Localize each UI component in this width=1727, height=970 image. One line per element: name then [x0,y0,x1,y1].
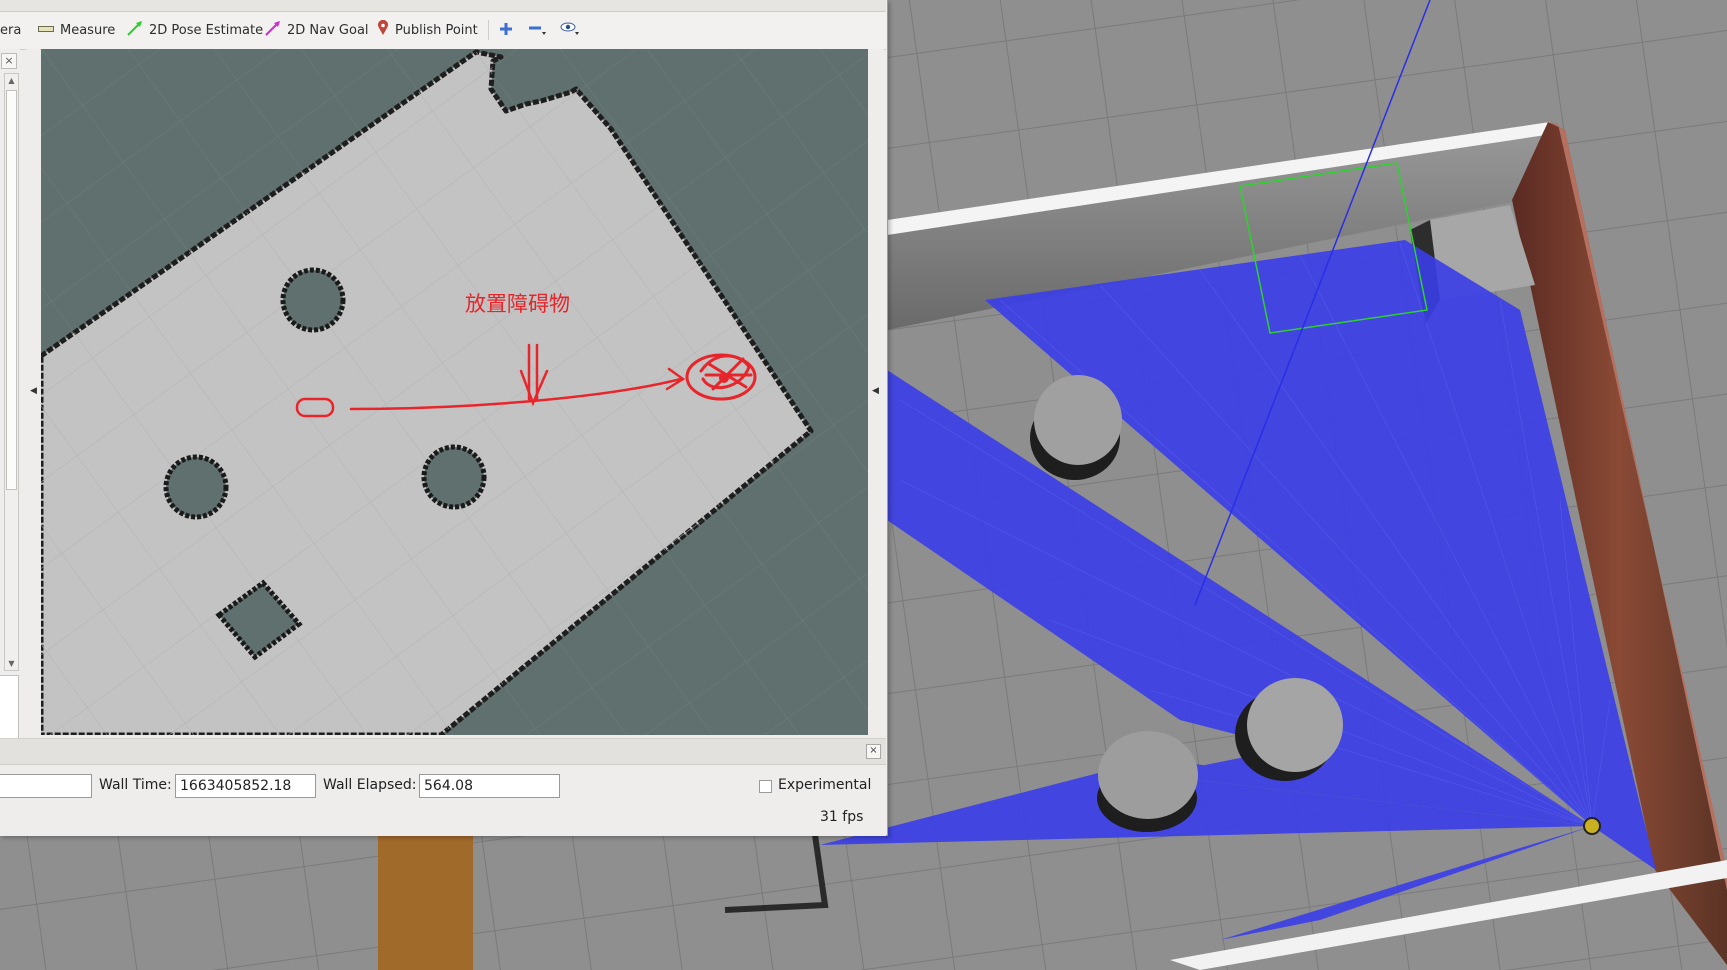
minus-icon [528,20,546,40]
displays-scrollbar[interactable]: ▲ ▼ [4,73,19,671]
2d-pose-estimate-tool[interactable]: 2D Pose Estimate [127,20,263,40]
nav-arrow-icon [265,20,281,40]
map-obstacle-1 [280,267,346,333]
close-icon[interactable]: × [1,53,17,69]
pose-arrow-icon [127,20,143,40]
cylinder-obstacle-3 [1097,731,1198,832]
tool-label: 2D Nav Goal [287,22,369,38]
annotation-text: 放置障碍物 [465,292,570,316]
experimental-checkbox[interactable] [759,780,772,793]
ros-elapsed-field[interactable] [0,774,92,798]
time-panel: × Wall Time: 1663405852.18 Wall Elapsed:… [0,738,886,836]
2d-nav-goal-tool[interactable]: 2D Nav Goal [265,20,369,40]
scroll-down-icon[interactable]: ▼ [5,657,18,670]
rviz-map-viewport[interactable]: 放置障碍物 [41,49,868,735]
tool-label: Publish Point [395,22,478,38]
window-title-strip [0,0,886,12]
wall-time-field[interactable]: 1663405852.18 [175,774,316,798]
measure-tool[interactable]: Measure [38,20,115,40]
time-panel-titlebar: × [0,739,886,765]
right-splitter[interactable]: ◀ [868,49,884,735]
fps-readout: 31 fps [820,809,864,825]
tool-label: Measure [60,22,116,38]
toolbar-separator [488,20,489,40]
measure-icon [38,23,54,38]
rviz-window: era Measure 2D Pose Estimate 2D Nav Goal [0,0,888,836]
plus-icon [499,21,513,40]
wall-time-label: Wall Time: [99,777,172,793]
collapse-right-icon[interactable]: ◀ [872,386,879,396]
scroll-up-icon[interactable]: ▲ [5,74,18,87]
tool-visibility-button[interactable] [558,20,582,40]
left-splitter[interactable]: ◀ [26,49,40,735]
add-tool-button[interactable] [494,20,518,40]
tool-label: 2D Pose Estimate [149,22,264,38]
interact-camera-tool[interactable]: era [0,20,21,40]
map-obstacle-3 [421,444,487,510]
scrollbar-thumb[interactable] [6,90,17,490]
collapse-left-icon[interactable]: ◀ [30,386,37,396]
wall-elapsed-field[interactable]: 564.08 [419,774,560,798]
pin-icon [377,19,389,40]
remove-tool-button[interactable] [525,20,549,40]
wall-elapsed-label: Wall Elapsed: [323,777,417,793]
map-obstacle-2 [163,454,229,520]
experimental-label: Experimental [778,777,872,793]
robot-position [719,373,729,383]
robot-lidar [1583,817,1601,835]
eye-icon [560,20,580,40]
close-icon[interactable]: × [866,744,881,759]
tools-toolbar: era Measure 2D Pose Estimate 2D Nav Goal [0,0,886,50]
publish-point-tool[interactable]: Publish Point [377,19,478,40]
wooden-post [378,835,473,970]
displays-panel: × ▲ ▼ [0,49,20,781]
tool-label: era [0,22,22,38]
